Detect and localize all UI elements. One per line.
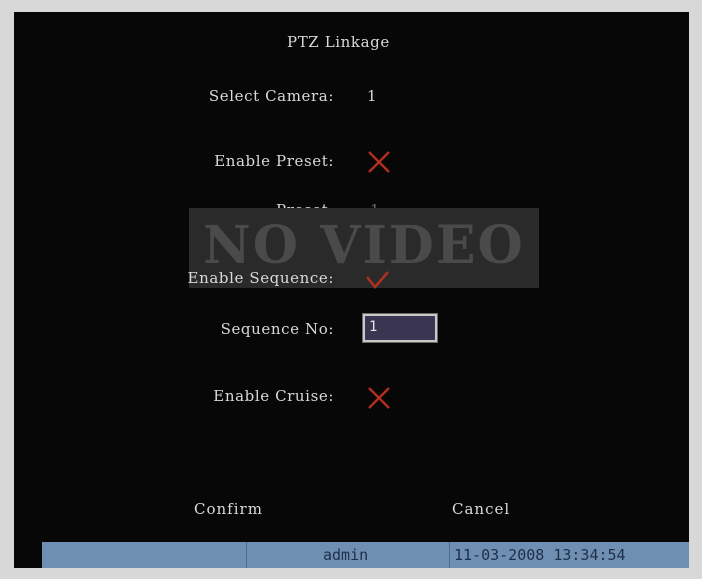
status-segment-user: admin — [247, 542, 450, 568]
status-bar: admin 11-03-2008 13:34:54 — [42, 542, 689, 568]
status-datetime: 11-03-2008 13:34:54 — [454, 546, 626, 564]
status-user: admin — [323, 546, 369, 564]
cross-icon — [368, 151, 390, 173]
enable-sequence-label: Enable Sequence: — [187, 269, 334, 287]
check-icon — [366, 271, 389, 289]
select-camera-value[interactable]: 1 — [367, 87, 377, 105]
status-segment-datetime: 11-03-2008 13:34:54 — [450, 542, 689, 568]
dvr-screen: PTZ Linkage Select Camera: 1 Enable Pres… — [14, 12, 689, 568]
confirm-button[interactable]: Confirm — [194, 500, 263, 518]
cross-icon — [368, 387, 390, 409]
sequence-no-label: Sequence No: — [220, 320, 334, 338]
sequence-no-input[interactable]: 1 — [362, 313, 438, 343]
dialog-title: PTZ Linkage — [287, 33, 390, 51]
enable-preset-checkbox[interactable] — [366, 149, 392, 175]
enable-cruise-checkbox[interactable] — [366, 385, 392, 411]
enable-sequence-checkbox[interactable] — [364, 267, 390, 293]
status-segment-empty — [42, 542, 247, 568]
enable-preset-label: Enable Preset: — [214, 152, 334, 170]
cancel-button[interactable]: Cancel — [452, 500, 510, 518]
select-camera-label: Select Camera: — [208, 87, 334, 105]
enable-cruise-label: Enable Cruise: — [213, 387, 334, 405]
